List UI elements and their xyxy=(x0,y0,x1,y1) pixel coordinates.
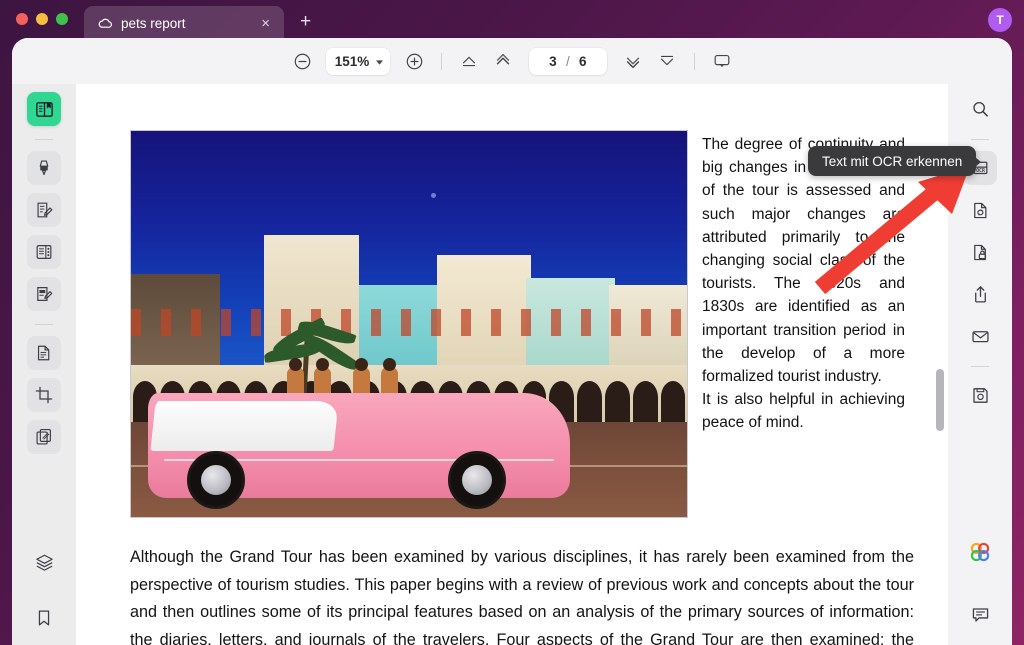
page-indicator[interactable]: 3 / 6 xyxy=(529,48,607,75)
left-tool-rail xyxy=(12,84,76,645)
sidebar-item-crop[interactable] xyxy=(27,378,61,412)
tab-strip: pets report × + xyxy=(84,6,317,40)
document-photo xyxy=(130,130,688,518)
rail-divider xyxy=(971,366,989,367)
ocr-tooltip: Text mit OCR erkennen xyxy=(808,146,976,176)
page-separator: / xyxy=(566,54,570,69)
document-toolbar: 151% xyxy=(12,38,1012,84)
ai-flower-icon xyxy=(968,540,992,564)
next-page-button[interactable] xyxy=(617,46,649,76)
rail-divider xyxy=(971,139,989,140)
sidebar-item-organize-pages[interactable] xyxy=(27,235,61,269)
first-page-button[interactable] xyxy=(453,46,485,76)
previous-page-button[interactable] xyxy=(487,46,519,76)
sidebar-item-save[interactable] xyxy=(963,378,997,412)
cloud-icon xyxy=(98,17,113,29)
sidebar-item-sign[interactable] xyxy=(27,277,61,311)
photo-car-wheel xyxy=(187,451,245,509)
scrollbar-thumb[interactable] xyxy=(936,369,944,431)
close-icon[interactable]: × xyxy=(259,16,272,31)
close-window-button[interactable] xyxy=(16,13,28,25)
left-rail-bottom-group xyxy=(12,545,76,643)
presentation-mode-button[interactable] xyxy=(706,46,738,76)
chevron-down-icon xyxy=(376,60,383,65)
application-window: pets report × + T 151% xyxy=(0,0,1024,645)
new-tab-button[interactable]: + xyxy=(294,12,317,35)
total-pages-value: 6 xyxy=(579,54,587,69)
photo-car-hood xyxy=(151,401,340,451)
tooltip-text: Text mit OCR erkennen xyxy=(822,154,962,169)
rail-divider xyxy=(35,324,53,325)
current-page-value: 3 xyxy=(549,54,557,69)
tab-pets-report[interactable]: pets report × xyxy=(84,6,284,40)
zoom-level-select[interactable]: 151% xyxy=(326,48,390,75)
right-column-paragraph-last: It is also helpful in achieving peace of… xyxy=(702,388,905,434)
zoom-in-button[interactable] xyxy=(398,46,430,76)
avatar[interactable]: T xyxy=(988,8,1012,32)
minimize-window-button[interactable] xyxy=(36,13,48,25)
last-page-button[interactable] xyxy=(651,46,683,76)
photo-car-wheel xyxy=(448,451,506,509)
toolbar-divider xyxy=(441,53,442,70)
right-rail-bottom-group xyxy=(948,535,1012,639)
photo-window-row xyxy=(131,309,687,336)
zoom-level-value: 151% xyxy=(335,54,370,69)
ai-assistant-button[interactable] xyxy=(963,535,997,569)
main-panel: 151% xyxy=(12,38,1012,645)
sidebar-item-layers[interactable] xyxy=(27,545,61,579)
sidebar-item-annotate[interactable] xyxy=(27,193,61,227)
sidebar-item-reader-view[interactable] xyxy=(27,92,61,126)
comments-button[interactable] xyxy=(963,597,997,631)
sidebar-item-search[interactable] xyxy=(963,92,997,126)
sidebar-item-email[interactable] xyxy=(963,319,997,353)
sidebar-item-highlight[interactable] xyxy=(27,151,61,185)
sidebar-item-compress[interactable] xyxy=(27,420,61,454)
sidebar-item-extract[interactable] xyxy=(27,336,61,370)
title-bar: pets report × + T xyxy=(0,0,1024,40)
photo-sun-dot xyxy=(431,193,436,198)
rail-divider xyxy=(35,139,53,140)
window-controls xyxy=(16,13,68,25)
sidebar-item-bookmarks[interactable] xyxy=(27,601,61,635)
toolbar-divider xyxy=(694,53,695,70)
document-bottom-paragraph: Although the Grand Tour has been examine… xyxy=(130,544,914,645)
maximize-window-button[interactable] xyxy=(56,13,68,25)
zoom-out-button[interactable] xyxy=(286,46,318,76)
tab-title: pets report xyxy=(121,16,251,31)
